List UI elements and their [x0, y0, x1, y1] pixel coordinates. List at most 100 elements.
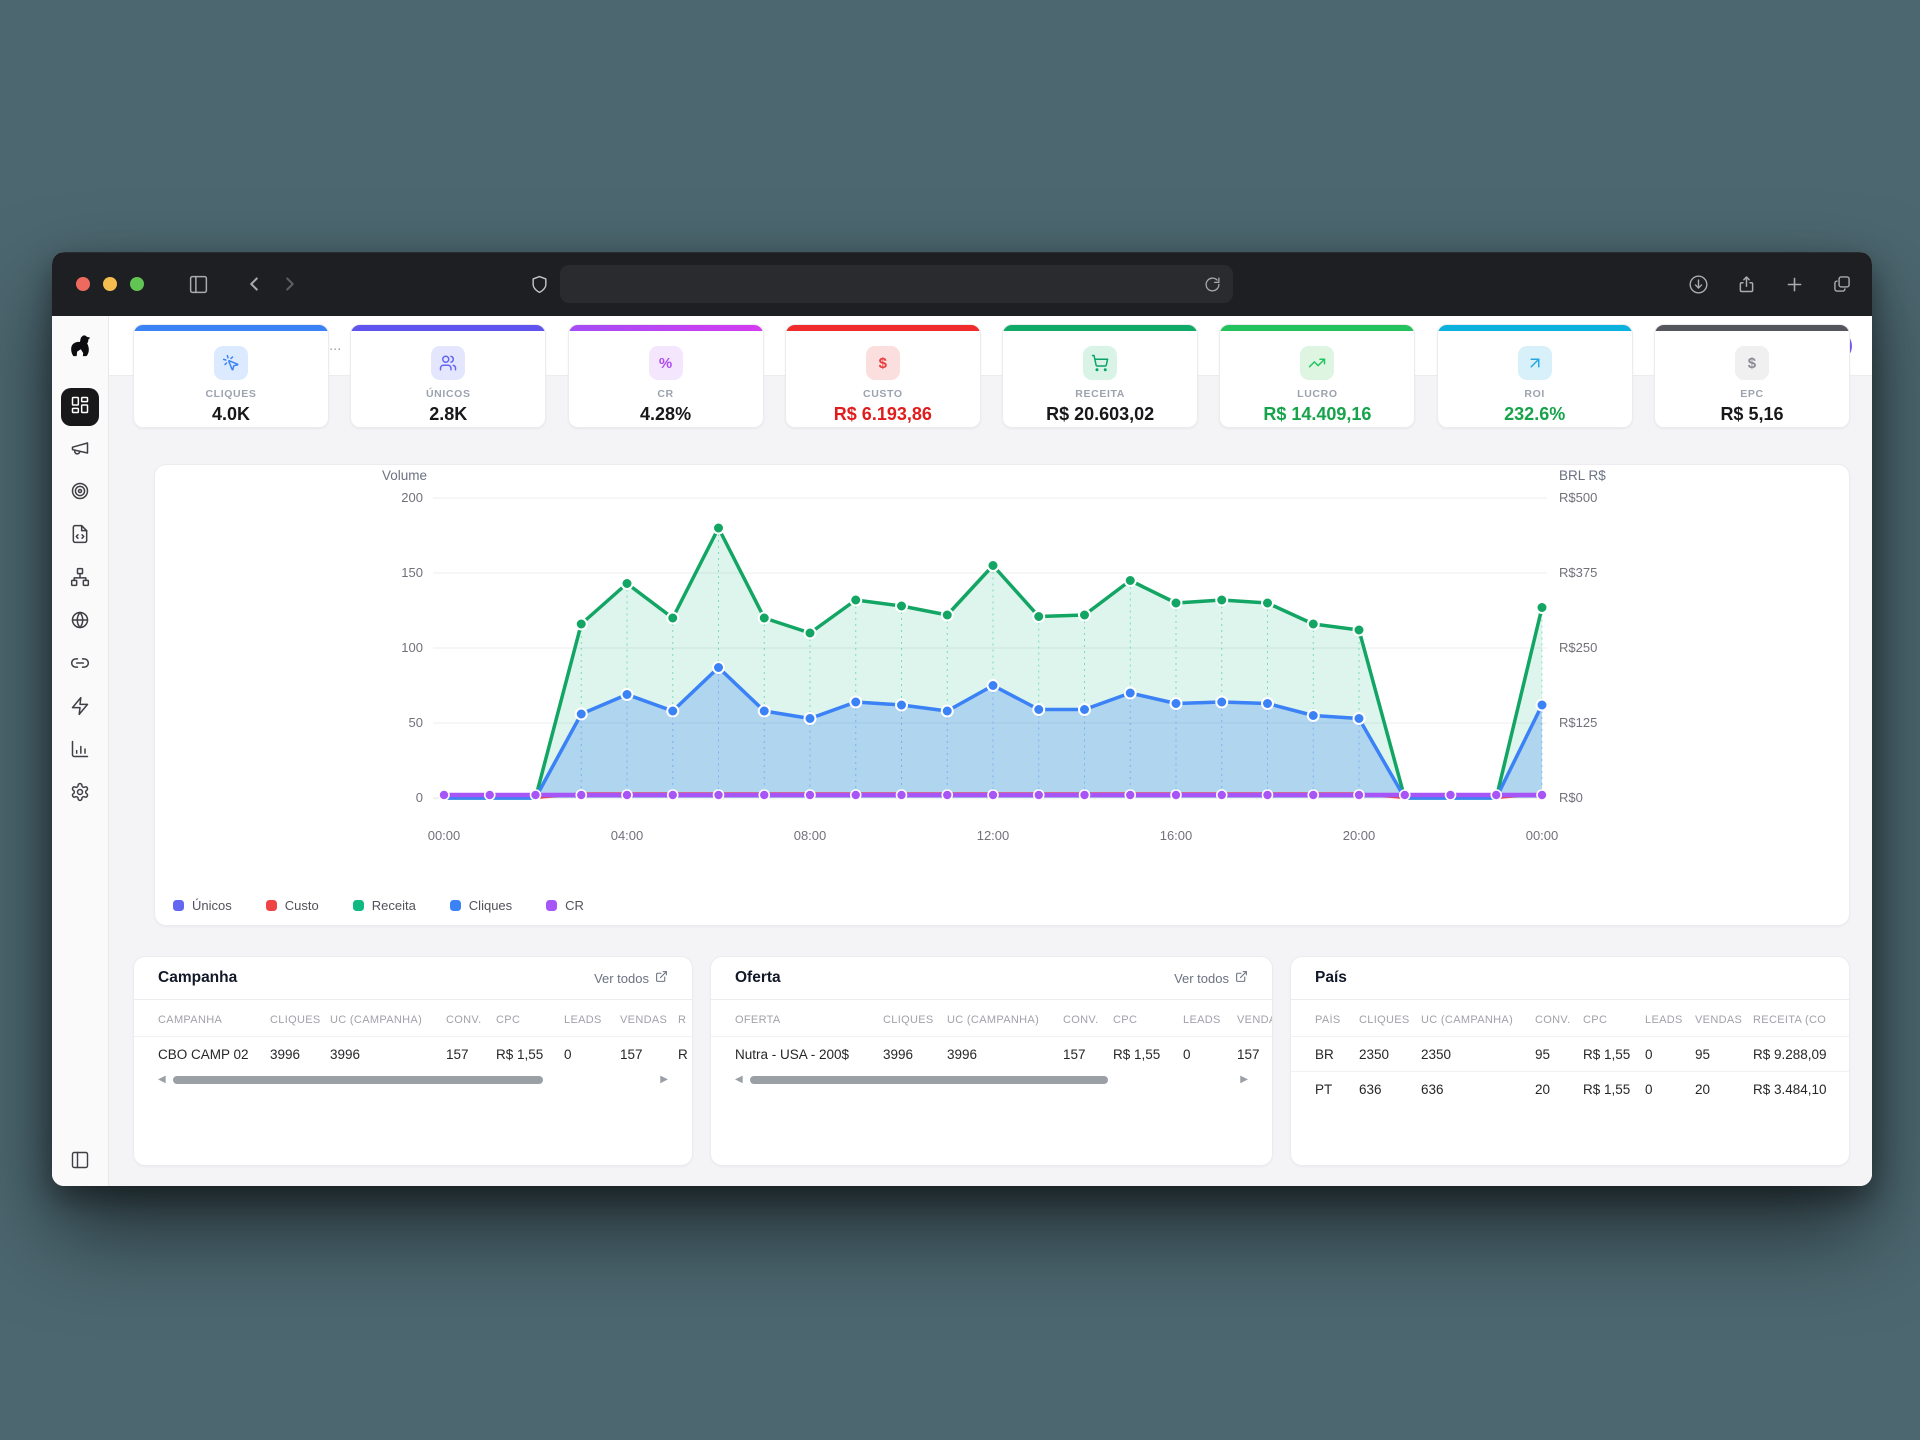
external-link-icon: [1235, 970, 1248, 986]
file-code-icon: [70, 524, 90, 549]
table-cell: R$ 1,55: [1583, 1047, 1645, 1062]
kpi-accent-bar: [1220, 325, 1414, 331]
sidebar-nav: [52, 376, 108, 813]
svg-text:00:00: 00:00: [1526, 828, 1559, 843]
ver-todos-label: Ver todos: [594, 971, 649, 986]
sidebar-item-reports[interactable]: [61, 732, 99, 770]
sidebar-item-dashboard[interactable]: [61, 388, 99, 426]
kpi-card-cr: %CR4.28%: [568, 324, 764, 428]
table-row[interactable]: PT63663620R$ 1,55020R$ 3.484,10: [1291, 1071, 1849, 1106]
share-button[interactable]: [1736, 274, 1757, 295]
column-header: OFERTA: [735, 1014, 883, 1026]
table-cell: R$ 3.484,10: [1753, 1082, 1850, 1097]
app-sidebar: [52, 316, 109, 1186]
column-header: VENDAS: [1695, 1014, 1753, 1026]
svg-text:R$125: R$125: [1559, 715, 1597, 730]
scroll-left-arrow[interactable]: ◀: [735, 1075, 743, 1085]
table-cell: 20: [1535, 1082, 1583, 1097]
sidebar-item-domains[interactable]: [61, 603, 99, 641]
kpi-card-únicos: ÚNICOS2.8K: [350, 324, 546, 428]
ver-todos-link[interactable]: Ver todos: [594, 970, 668, 986]
new-tab-button[interactable]: [1784, 274, 1805, 295]
svg-text:20:00: 20:00: [1343, 828, 1376, 843]
ver-todos-link[interactable]: Ver todos: [1174, 970, 1248, 986]
zoom-window-button[interactable]: [130, 277, 144, 291]
legend-item-custo[interactable]: Custo: [266, 898, 319, 913]
minimize-window-button[interactable]: [103, 277, 117, 291]
divider: [1291, 999, 1849, 1000]
sidebar-item-automations[interactable]: [61, 689, 99, 727]
scrollbar-thumb[interactable]: [173, 1076, 543, 1084]
table-row[interactable]: BR2350235095R$ 1,55095R$ 9.288,09: [1291, 1036, 1849, 1071]
scrollbar-track[interactable]: [173, 1076, 654, 1084]
sidebar-collapse-icon[interactable]: [52, 1150, 108, 1170]
table-row[interactable]: Nutra - USA - 200$39963996157R$ 1,550157: [711, 1036, 1272, 1071]
table-cell: 636: [1359, 1082, 1421, 1097]
column-header: VENDAS: [620, 1014, 678, 1026]
legend-item-cr[interactable]: CR: [546, 898, 584, 913]
table-cell: 2350: [1421, 1047, 1535, 1062]
table-cell: 157: [620, 1047, 678, 1062]
breakdown-tables-row: CampanhaVer todosCAMPANHACLIQUESUC (CAMP…: [133, 956, 1850, 1166]
sidebar-item-flows[interactable]: [61, 560, 99, 598]
target-icon: [70, 481, 90, 506]
app-logo-dog-icon[interactable]: [52, 316, 108, 376]
close-window-button[interactable]: [76, 277, 90, 291]
kpi-accent-bar: [134, 325, 328, 331]
divider: [134, 999, 692, 1000]
legend-label: Custo: [285, 898, 319, 913]
svg-text:150: 150: [401, 565, 423, 580]
svg-text:R$500: R$500: [1559, 490, 1597, 505]
scroll-right-arrow[interactable]: ▶: [1240, 1075, 1248, 1085]
table-cell: R$ 9.288,09: [1753, 1047, 1850, 1062]
svg-text:0: 0: [416, 790, 423, 805]
forward-button[interactable]: [279, 273, 301, 295]
privacy-shield-icon[interactable]: [530, 275, 549, 294]
svg-text:200: 200: [401, 490, 423, 505]
sidebar-item-settings[interactable]: [61, 775, 99, 813]
downloads-button[interactable]: [1688, 274, 1709, 295]
kpi-accent-bar: [786, 325, 980, 331]
reload-icon[interactable]: [1204, 276, 1221, 293]
scroll-left-arrow[interactable]: ◀: [158, 1075, 166, 1085]
url-bar[interactable]: [560, 265, 1233, 303]
legend-item-receita[interactable]: Receita: [353, 898, 416, 913]
table-cell: 0: [1645, 1047, 1695, 1062]
table-title: Campanha: [158, 969, 237, 987]
browser-sidebar-toggle-icon[interactable]: [188, 274, 209, 295]
scrollbar-thumb[interactable]: [750, 1076, 1108, 1084]
tab-overview-button[interactable]: [1832, 274, 1852, 294]
table-cell: R$ 1,55: [1113, 1047, 1183, 1062]
legend-item-únicos[interactable]: Únicos: [173, 898, 232, 913]
legend-item-cliques[interactable]: Cliques: [450, 898, 512, 913]
megaphone-icon: [70, 438, 90, 463]
horizontal-scrollbar[interactable]: ◀▶: [735, 1075, 1248, 1085]
table-cell: 95: [1535, 1047, 1583, 1062]
sidebar-item-links[interactable]: [61, 646, 99, 684]
sidebar-item-landers[interactable]: [61, 517, 99, 555]
horizontal-scrollbar[interactable]: ◀▶: [158, 1075, 668, 1085]
scroll-right-arrow[interactable]: ▶: [660, 1075, 668, 1085]
column-header: VENDAS: [1237, 1014, 1273, 1026]
table-row[interactable]: CBO CAMP 0239963996157R$ 1,550157R: [134, 1036, 692, 1071]
sidebar-item-offers[interactable]: [61, 474, 99, 512]
legend-label: Cliques: [469, 898, 512, 913]
table-cell: R$ 1,55: [1583, 1082, 1645, 1097]
main-area: CLIQUES4.0KÚNICOS2.8K%CR4.28%$CUSTOR$ 6.…: [109, 316, 1872, 1186]
back-button[interactable]: [243, 273, 265, 295]
svg-text:50: 50: [409, 715, 423, 730]
table-cell: BR: [1315, 1047, 1359, 1062]
table-cell: 0: [564, 1047, 620, 1062]
table-title: Oferta: [735, 969, 781, 987]
link-icon: [70, 653, 90, 678]
scrollbar-track[interactable]: [750, 1076, 1234, 1084]
kpi-label: EPC: [1655, 388, 1849, 400]
column-header: LEADS: [1645, 1014, 1695, 1026]
kpi-card-receita: RECEITAR$ 20.603,02: [1002, 324, 1198, 428]
layout-grid-icon: [70, 395, 90, 420]
sidebar-item-campaigns[interactable]: [61, 431, 99, 469]
table-header-row: PAÍSCLIQUESUC (CAMPANHA)CONV.CPCLEADSVEN…: [1291, 1014, 1849, 1036]
dollar-icon: $: [1735, 346, 1769, 380]
kpi-value: 4.0K: [134, 404, 328, 425]
kpi-value: R$ 14.409,16: [1220, 404, 1414, 425]
